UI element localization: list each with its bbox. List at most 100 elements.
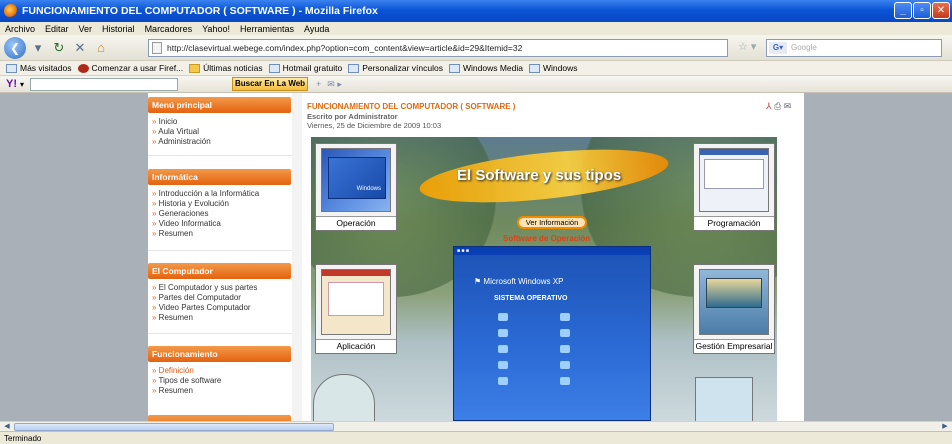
menu-editar[interactable]: Editar	[40, 24, 74, 34]
home-icon[interactable]: ⌂	[92, 40, 110, 55]
rss-icon	[189, 63, 201, 73]
card-operacion[interactable]: Windows Operación	[315, 143, 397, 231]
menu-ayuda[interactable]: Ayuda	[299, 24, 334, 34]
yahoo-search-input[interactable]	[30, 77, 179, 91]
bookmark-mas-visitados[interactable]: Más visitados	[6, 63, 72, 73]
windows-flag-icon: ⚑ Microsoft Windows XP	[474, 277, 564, 286]
sidebar-item-generaciones[interactable]: Generaciones	[152, 209, 259, 219]
article-date: Viernes, 25 de Diciembre de 2009 10:03	[307, 121, 442, 130]
article-tools: ⅄ ⎙ ✉	[766, 101, 791, 112]
card-label: Gestión Empresarial	[694, 339, 774, 353]
sidebar-item-tipos-software[interactable]: Tipos de software	[152, 376, 222, 386]
mail-icon[interactable]: ✉ ▸	[327, 79, 342, 90]
menu-principal-list: Inicio Aula Virtual Administración	[152, 117, 211, 147]
stop-icon[interactable]: ✕	[71, 40, 89, 56]
bookmark-star-icon[interactable]: ☆ ▾	[738, 40, 756, 53]
mostvisited-icon	[6, 63, 17, 73]
reload-icon[interactable]: ↻	[50, 40, 68, 56]
firefox-icon	[4, 4, 18, 18]
print-icon[interactable]: ⎙	[774, 101, 781, 111]
article-author: Escrito por Administrator	[307, 112, 398, 121]
back-button[interactable]: ❮	[4, 36, 26, 59]
forward-dropdown-icon[interactable]: ▾	[29, 40, 47, 56]
pdf-icon[interactable]: ⅄	[766, 101, 772, 111]
yahoo-logo[interactable]: Y!	[6, 78, 17, 90]
sidebar-item-video-informatica[interactable]: Video Informatica	[152, 219, 259, 229]
sidebar-item-historia[interactable]: Historia y Evolución	[152, 199, 259, 209]
page-icon	[152, 42, 162, 54]
card-gestion-empresarial[interactable]: Gestión Empresarial	[693, 264, 775, 354]
status-text: Terminado	[4, 434, 42, 443]
article-title[interactable]: FUNCIONAMIENTO DEL COMPUTADOR ( SOFTWARE…	[307, 102, 515, 111]
sidebar-item-video-partes[interactable]: Video Partes Computador	[152, 303, 257, 313]
windows-xp-screenshot: ■ ■ ■ ⚑ Microsoft Windows XP SISTEMA OPE…	[453, 246, 651, 421]
funcionamiento-list: Definición Tipos de software Resumen	[152, 366, 222, 396]
bookmark-ultimas-noticias[interactable]: Últimas noticias	[189, 63, 263, 73]
menu-yahoo[interactable]: Yahoo!	[197, 24, 235, 34]
sidebar-item-introduccion[interactable]: Introducción a la Informática	[152, 189, 260, 199]
scroll-right-icon[interactable]: ▶	[940, 422, 950, 431]
sidebar-item-resumen[interactable]: Resumen	[152, 386, 221, 396]
application-screenshot-image	[321, 269, 391, 335]
excel-icon[interactable]	[313, 374, 375, 421]
section-menu-principal: Menú principal	[148, 97, 291, 113]
horizontal-scrollbar[interactable]: ◀ ▶	[0, 421, 952, 431]
sidebar-item-partes-computador[interactable]: Partes del Computador	[152, 293, 257, 303]
web-page: Menú principal Inicio Aula Virtual Admin…	[0, 93, 952, 421]
sidebar-item-inicio[interactable]: Inicio	[152, 117, 211, 127]
bookmark-personalizar[interactable]: Personalizar vínculos	[348, 63, 443, 73]
url-bar[interactable]: http://clasevirtual.webege.com/index.php…	[148, 39, 728, 57]
bookmarks-toolbar: Más visitados Comenzar a usar Firef... Ú…	[0, 61, 952, 76]
page-icon	[268, 63, 280, 73]
window-titlebar: FUNCIONAMIENTO DEL COMPUTADOR ( SOFTWARE…	[0, 0, 952, 22]
section-el-computador: El Computador	[148, 263, 291, 279]
plus-icon[interactable]: +	[316, 79, 321, 89]
informatica-list: Introducción a la Informática Historia y…	[152, 189, 260, 239]
status-bar: Terminado	[0, 431, 952, 444]
navigation-toolbar: ❮ ▾ ↻ ✕ ⌂ http://clasevirtual.webege.com…	[0, 35, 952, 61]
bookmark-comenzar[interactable]: Comenzar a usar Firef...	[77, 63, 183, 73]
menu-archivo[interactable]: Archivo	[0, 24, 40, 34]
business-screenshot-image	[699, 269, 769, 335]
menu-herramientas[interactable]: Herramientas	[235, 24, 299, 34]
sidebar-item-definicion[interactable]: Definición	[152, 366, 221, 376]
card-label: Aplicación	[316, 339, 396, 353]
email-icon[interactable]: ✉	[784, 101, 792, 111]
scrollbar-thumb[interactable]	[14, 423, 334, 431]
sidebar-item-resumen[interactable]: Resumen	[152, 229, 259, 239]
maximize-button[interactable]: ▫	[913, 2, 931, 19]
search-input[interactable]: G▾ Google	[766, 39, 942, 57]
card-label: Operación	[316, 216, 396, 230]
menu-historial[interactable]: Historial	[97, 24, 140, 34]
bookmark-hotmail[interactable]: Hotmail gratuito	[268, 63, 342, 73]
yahoo-dropdown-icon[interactable]: ▾	[20, 80, 24, 89]
computador-list: El Computador y sus partes Partes del Co…	[152, 283, 258, 323]
close-button[interactable]: ✕	[932, 2, 950, 19]
banner-subtitle: Software de Operación	[503, 234, 591, 243]
yahoo-search-button[interactable]: Buscar En La Web	[232, 77, 309, 91]
sidebar-item-aula-virtual[interactable]: Aula Virtual	[152, 127, 211, 137]
card-label: Programación	[694, 216, 774, 230]
programming-screenshot-image	[699, 148, 769, 212]
page-icon	[529, 63, 540, 73]
minimize-button[interactable]: _	[894, 2, 912, 19]
card-programacion[interactable]: Programación	[693, 143, 775, 231]
bookmark-windows[interactable]: Windows	[529, 63, 577, 73]
ver-informacion-button[interactable]: Ver Información	[517, 216, 587, 229]
bookmark-windows-media[interactable]: Windows Media	[449, 63, 523, 73]
menu-ver[interactable]: Ver	[74, 24, 98, 34]
photo-icon[interactable]	[695, 377, 753, 421]
windows-box-image: Windows	[321, 148, 391, 212]
window-title: FUNCIONAMIENTO DEL COMPUTADOR ( SOFTWARE…	[22, 5, 378, 17]
menu-marcadores[interactable]: Marcadores	[140, 24, 198, 34]
sidebar-item-resumen[interactable]: Resumen	[152, 313, 257, 323]
sidebar-item-computador-partes[interactable]: El Computador y sus partes	[152, 283, 258, 293]
firefox-icon	[77, 63, 89, 73]
google-icon: G▾	[769, 42, 787, 54]
search-placeholder: Google	[791, 43, 817, 52]
sidebar-item-administracion[interactable]: Administración	[152, 137, 210, 147]
card-aplicacion[interactable]: Aplicación	[315, 264, 397, 354]
section-informatica: Informática	[148, 169, 291, 185]
scroll-left-icon[interactable]: ◀	[2, 422, 12, 431]
page-icon	[449, 63, 460, 73]
